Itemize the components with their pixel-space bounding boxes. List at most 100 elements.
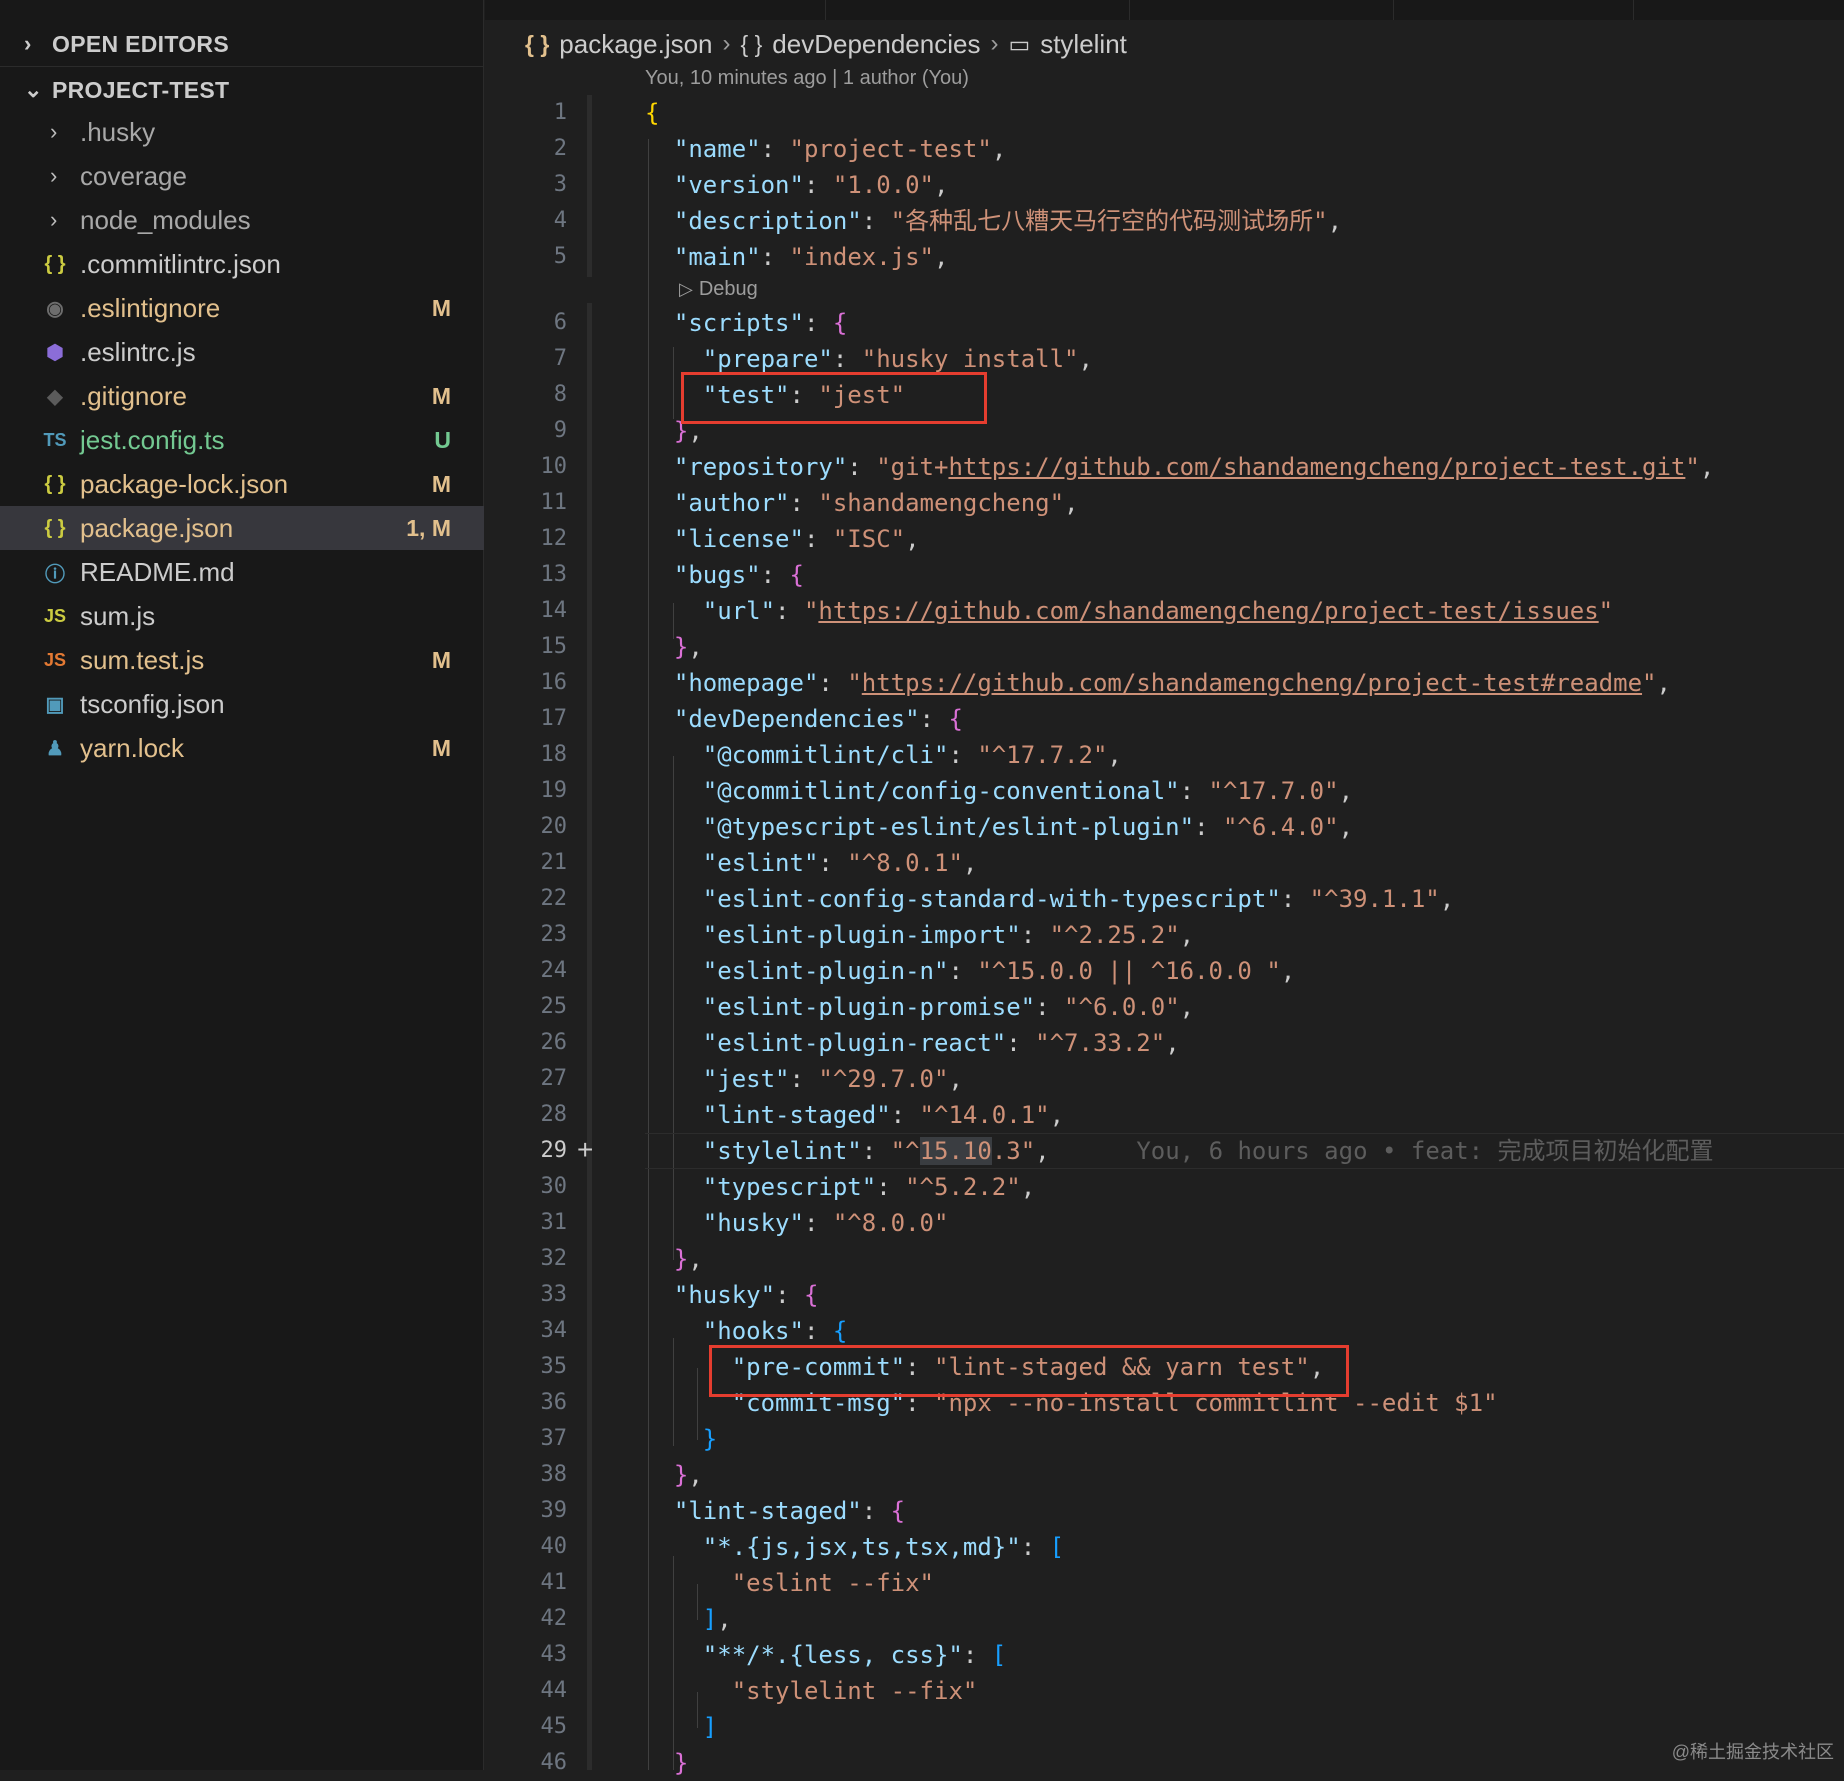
code-line[interactable]: "eslint --fix" xyxy=(485,1565,1844,1601)
code-line[interactable]: "lint-staged": { xyxy=(485,1493,1844,1529)
object-icon: { } xyxy=(740,30,763,57)
code-line[interactable]: "version": "1.0.0", xyxy=(485,167,1844,203)
tree-item-eslintrc[interactable]: ⬢ .eslintrc.js xyxy=(0,330,484,374)
javascript-file-icon: JS xyxy=(43,649,67,670)
code-editor[interactable]: { } package.json › { } devDependencies ›… xyxy=(485,0,1844,1777)
tree-item-package-lock[interactable]: { } package-lock.json M xyxy=(0,462,484,506)
code-line[interactable]: "bugs": { xyxy=(485,557,1844,593)
code-line[interactable]: "eslint-plugin-import": "^2.25.2", xyxy=(485,917,1844,953)
tree-item-node-modules[interactable]: › node_modules xyxy=(0,198,484,242)
chevron-right-icon: › xyxy=(24,31,32,56)
link[interactable]: https://github.com/shandamengcheng/proje… xyxy=(862,669,1642,697)
code-line[interactable]: "eslint-plugin-react": "^7.33.2", xyxy=(485,1025,1844,1061)
code-line[interactable]: "license": "ISC", xyxy=(485,521,1844,557)
tree-item-label: .gitignore xyxy=(80,380,187,411)
code-line[interactable]: "eslint-plugin-n": "^15.0.0 || ^16.0.0 "… xyxy=(485,953,1844,989)
code-line[interactable]: "hooks": { xyxy=(485,1313,1844,1349)
tree-item-yarn-lock[interactable]: ♟ yarn.lock M xyxy=(0,726,484,770)
tree-item-sum-test-js[interactable]: JS sum.test.js M xyxy=(0,638,484,682)
git-status-badge: M xyxy=(431,646,451,673)
code-line[interactable]: "scripts": { xyxy=(485,305,1844,341)
code-line[interactable]: "eslint-config-standard-with-typescript"… xyxy=(485,881,1844,917)
code-line[interactable]: "description": "各种乱七八糟天马行空的代码测试场所", xyxy=(485,203,1844,239)
tree-item-readme[interactable]: ⓘ README.md xyxy=(0,550,484,594)
code-line[interactable]: "repository": "git+https://github.com/sh… xyxy=(485,449,1844,485)
code-line[interactable]: "url": "https://github.com/shandamengche… xyxy=(485,593,1844,629)
code-line[interactable]: "typescript": "^5.2.2", xyxy=(485,1169,1844,1205)
explorer-sidebar: › OPEN EDITORS ⌄ PROJECT-TEST › .husky ›… xyxy=(0,0,484,1770)
tree-item-jest-config[interactable]: TS jest.config.ts U xyxy=(0,418,484,462)
code-line[interactable]: }, xyxy=(485,629,1844,665)
tree-item-tsconfig[interactable]: ▣ tsconfig.json xyxy=(0,682,484,726)
tree-item-sum-js[interactable]: JS sum.js xyxy=(0,594,484,638)
code-line-current[interactable]: + "stylelint": "^15.10.3", You, 6 hours … xyxy=(485,1133,1844,1169)
tab-separator xyxy=(1129,0,1130,20)
project-header[interactable]: ⌄ PROJECT-TEST xyxy=(0,68,484,112)
json-file-icon: { } xyxy=(44,516,66,539)
code-line[interactable]: "husky": { xyxy=(485,1277,1844,1313)
tree-item-eslintignore[interactable]: ◉ .eslintignore M xyxy=(0,286,484,330)
json-file-icon: { } xyxy=(44,472,66,495)
tree-item-commitlintrc[interactable]: { } .commitlintrc.json xyxy=(0,242,484,286)
link[interactable]: https://github.com/shandamengcheng/proje… xyxy=(818,597,1598,625)
code-line[interactable]: "devDependencies": { xyxy=(485,701,1844,737)
code-line[interactable]: "@commitlint/config-conventional": "^17.… xyxy=(485,773,1844,809)
code-line[interactable]: "eslint": "^8.0.1", xyxy=(485,845,1844,881)
git-status-badge: M xyxy=(431,294,451,321)
codelens-label: Debug xyxy=(698,278,758,300)
git-status-badge: 1, M xyxy=(406,514,451,541)
inline-git-blame[interactable]: You, 6 hours ago • feat: 完成项目初始化配置 xyxy=(1136,1137,1713,1165)
code-line[interactable]: "eslint-plugin-promise": "^6.0.0", xyxy=(485,989,1844,1025)
code-line[interactable]: "**/*.{less, css}": [ xyxy=(485,1637,1844,1673)
code-line[interactable]: }, xyxy=(485,1457,1844,1493)
breadcrumb-key[interactable]: stylelint xyxy=(1040,29,1127,60)
code-line[interactable]: "homepage": "https://github.com/shandame… xyxy=(485,665,1844,701)
tree-item-label: tsconfig.json xyxy=(80,688,225,719)
git-status-badge: M xyxy=(431,734,451,761)
code-line[interactable]: "@typescript-eslint/eslint-plugin": "^6.… xyxy=(485,809,1844,845)
code-line[interactable]: ] xyxy=(485,1709,1844,1745)
git-status-badge: M xyxy=(431,382,451,409)
breadcrumb: { } package.json › { } devDependencies ›… xyxy=(525,24,1127,64)
project-label: PROJECT-TEST xyxy=(52,76,230,103)
code-line[interactable]: "author": "shandamengcheng", xyxy=(485,485,1844,521)
chevron-down-icon: ⌄ xyxy=(24,77,43,102)
code-line[interactable]: "name": "project-test", xyxy=(485,131,1844,167)
code-line[interactable]: "@commitlint/cli": "^17.7.2", xyxy=(485,737,1844,773)
tree-item-package-json[interactable]: { } package.json 1, M xyxy=(0,506,484,550)
code-line[interactable]: ], xyxy=(485,1601,1844,1637)
code-line[interactable]: }, xyxy=(485,1241,1844,1277)
chevron-right-icon: › xyxy=(50,207,58,232)
tree-item-coverage[interactable]: › coverage xyxy=(0,154,484,198)
code-line[interactable]: "lint-staged": "^14.0.1", xyxy=(485,1097,1844,1133)
play-icon: ▷ xyxy=(679,279,693,299)
selection-match: 15.10 xyxy=(919,1137,992,1165)
code-line[interactable]: } xyxy=(485,1421,1844,1457)
code-line[interactable]: "main": "index.js", xyxy=(485,239,1844,275)
chevron-right-icon: › xyxy=(50,163,58,188)
code-line[interactable]: "*.{js,jsx,ts,tsx,md}": [ xyxy=(485,1529,1844,1565)
chevron-right-icon: › xyxy=(990,30,999,57)
link[interactable]: https://github.com/shandamengcheng/proje… xyxy=(948,453,1685,481)
breadcrumb-file[interactable]: package.json xyxy=(559,29,712,60)
tree-item-label: package-lock.json xyxy=(80,468,289,499)
tree-item-gitignore[interactable]: ◆ .gitignore M xyxy=(0,374,484,418)
code-line[interactable]: } xyxy=(485,1745,1844,1781)
code-line[interactable]: "jest": "^29.7.0", xyxy=(485,1061,1844,1097)
info-file-icon: ⓘ xyxy=(45,563,65,586)
code-line[interactable]: { xyxy=(485,95,1844,131)
tab-separator xyxy=(1633,0,1634,20)
git-blame-header[interactable]: You, 10 minutes ago | 1 author (You) xyxy=(645,67,969,90)
tree-item-husky[interactable]: › .husky xyxy=(0,110,484,154)
open-editors-header[interactable]: › OPEN EDITORS xyxy=(0,22,484,66)
breadcrumb-object[interactable]: devDependencies xyxy=(772,29,980,60)
code-line[interactable]: "stylelint --fix" xyxy=(485,1673,1844,1709)
code-line[interactable]: "husky": "^8.0.0" xyxy=(485,1205,1844,1241)
tab-separator xyxy=(1393,0,1394,20)
json-file-icon: { } xyxy=(44,252,66,275)
plus-icon[interactable]: + xyxy=(577,1133,593,1167)
javascript-file-icon: JS xyxy=(43,605,67,626)
brace: { xyxy=(645,99,660,127)
tsconfig-file-icon: ▣ xyxy=(45,693,65,716)
debug-codelens[interactable]: ▷ Debug xyxy=(679,278,758,301)
